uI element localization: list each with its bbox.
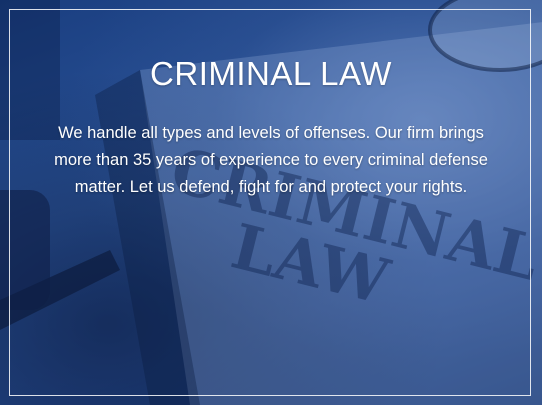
section-description: We handle all types and levels of offens… [54, 124, 488, 196]
section-title: CRIMINAL LAW [150, 55, 392, 92]
card-content: CRIMINAL LAW We handle all types and lev… [40, 52, 502, 201]
practice-area-card: CRIMINAL LAW CRIMINAL LAW We handle all … [0, 0, 542, 405]
